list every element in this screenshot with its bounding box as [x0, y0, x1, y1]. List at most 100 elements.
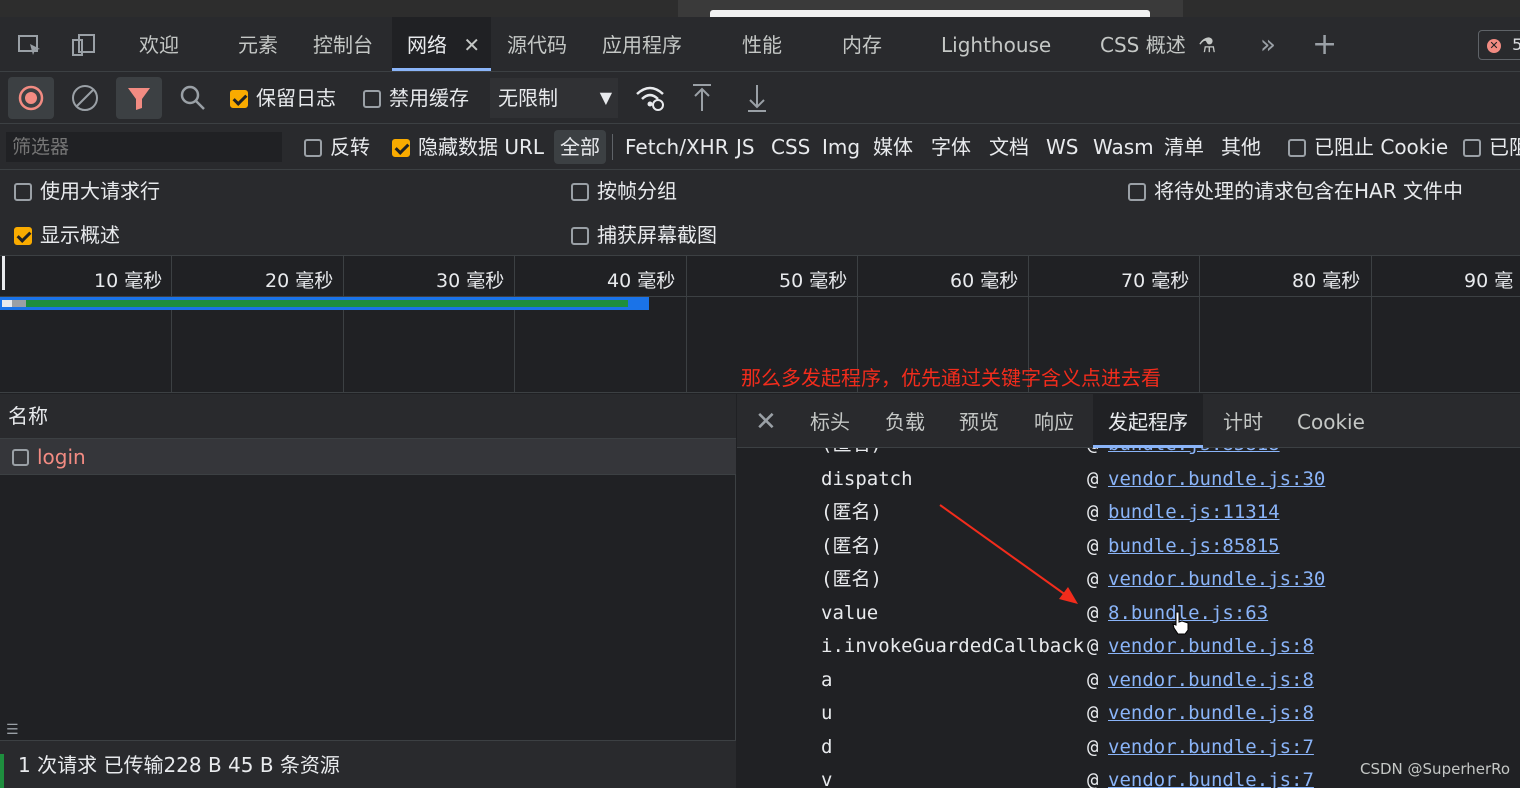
filter-input[interactable] — [6, 132, 282, 162]
filter-toggle-icon[interactable] — [116, 77, 162, 119]
disable-cache-checkbox[interactable]: 禁用缓存 — [363, 72, 469, 124]
device-toolbar-icon[interactable] — [70, 17, 98, 71]
throttling-select[interactable]: 无限制 ▼ — [490, 78, 618, 118]
network-toolbar: 保留日志 禁用缓存 无限制 ▼ — [0, 72, 1520, 124]
tab-welcome[interactable]: 欢迎 — [139, 17, 179, 71]
call-stack-function: d — [821, 736, 833, 758]
show-overview-label: 显示概述 — [40, 223, 120, 247]
preserve-log-checkbox[interactable]: 保留日志 — [230, 72, 336, 124]
big-request-rows-label: 使用大请求行 — [40, 179, 160, 203]
close-details-icon[interactable]: ✕ — [755, 394, 777, 448]
add-tab-plus-icon[interactable]: + — [1312, 17, 1337, 71]
tab-payload[interactable]: 负载 — [885, 394, 925, 448]
call-stack-source-link[interactable]: vendor.bundle.js:8 — [1108, 664, 1314, 697]
tab-initiator[interactable]: 发起程序 — [1093, 394, 1203, 448]
include-pending-har-check-icon — [1128, 183, 1146, 201]
filter-type-other[interactable]: 其他 — [1221, 124, 1261, 170]
capture-screenshots-check-icon — [571, 227, 589, 245]
filter-type-css[interactable]: CSS — [771, 124, 810, 170]
filter-type-all[interactable]: 全部 — [554, 130, 606, 164]
show-overview-checkbox[interactable]: 显示概述 — [14, 215, 120, 255]
request-timing-bar-stalled — [12, 300, 26, 307]
tab-headers[interactable]: 标头 — [810, 394, 850, 448]
tab-css-overview[interactable]: CSS 概述 ⚗ — [1100, 17, 1216, 71]
filter-type-media[interactable]: 媒体 — [873, 124, 913, 170]
call-stack-source-link[interactable]: vendor.bundle.js:30 — [1108, 563, 1325, 596]
name-column-header[interactable]: 名称 — [0, 394, 736, 439]
tab-timing[interactable]: 计时 — [1223, 394, 1263, 448]
big-request-rows-checkbox[interactable]: 使用大请求行 — [14, 171, 160, 211]
blocked-requests-label: 已阻 — [1489, 135, 1520, 159]
blocked-cookies-label: 已阻止 Cookie — [1314, 135, 1449, 159]
request-timing-bar-queue — [2, 300, 12, 307]
record-button[interactable] — [8, 77, 54, 119]
timeline-gridline — [1199, 256, 1200, 392]
request-row[interactable]: login — [0, 439, 736, 475]
filter-type-img[interactable]: Img — [822, 124, 860, 170]
close-tab-icon[interactable]: ✕ — [463, 33, 480, 57]
call-stack-source-link[interactable]: vendor.bundle.js:7 — [1108, 731, 1314, 764]
invert-checkbox[interactable]: 反转 — [304, 124, 370, 170]
tab-cookies[interactable]: Cookie — [1297, 394, 1365, 448]
call-stack-source-link[interactable]: vendor.bundle.js:30 — [1108, 463, 1325, 496]
group-by-frame-check-icon — [571, 183, 589, 201]
call-stack-source-link[interactable]: vendor.bundle.js:8 — [1108, 697, 1314, 730]
timeline-gridline — [343, 256, 344, 392]
tab-memory[interactable]: 内存 — [842, 17, 882, 71]
devtools-tab-bar: 欢迎 元素 控制台 网络 ✕ 源代码 应用程序 性能 内存 Lighthouse… — [0, 17, 1520, 72]
clear-icon[interactable] — [70, 72, 100, 124]
tab-performance[interactable]: 性能 — [742, 17, 782, 71]
filter-type-js[interactable]: JS — [736, 124, 755, 170]
group-by-frame-label: 按帧分组 — [597, 179, 677, 203]
include-pending-har-checkbox[interactable]: 将待处理的请求包含在HAR 文件中 — [1128, 171, 1463, 211]
call-stack-source-link[interactable]: bundle.js:85815 — [1108, 530, 1280, 563]
capture-screenshots-checkbox[interactable]: 捕获屏幕截图 — [571, 215, 717, 255]
filter-type-ws[interactable]: WS — [1046, 124, 1078, 170]
page-content-fragment — [710, 10, 1150, 17]
blocked-requests-checkbox[interactable]: 已阻 — [1463, 124, 1520, 170]
filter-type-doc[interactable]: 文档 — [989, 124, 1029, 170]
show-overview-check-icon — [14, 227, 32, 245]
request-name: login — [37, 445, 86, 469]
at-symbol: @ — [1087, 602, 1099, 624]
call-stack-row: dispatch @ vendor.bundle.js:30 — [737, 463, 1520, 496]
filter-type-font[interactable]: 字体 — [931, 124, 971, 170]
tab-response[interactable]: 响应 — [1034, 394, 1074, 448]
call-stack-function: v — [821, 769, 833, 788]
tab-console[interactable]: 控制台 — [313, 17, 373, 71]
search-icon[interactable] — [178, 72, 208, 124]
call-stack-source-link[interactable]: bundle.js:85818 — [1108, 448, 1280, 461]
tab-lighthouse[interactable]: Lighthouse — [941, 17, 1051, 71]
import-har-upload-icon[interactable] — [690, 72, 714, 124]
include-pending-har-label: 将待处理的请求包含在HAR 文件中 — [1154, 179, 1463, 203]
call-stack-row: i.invokeGuardedCallback @ vendor.bundle.js… — [737, 630, 1520, 663]
call-stack-source-link[interactable]: vendor.bundle.js:7 — [1108, 764, 1314, 788]
filter-type-wasm[interactable]: Wasm — [1093, 124, 1154, 170]
tab-network[interactable]: 网络 ✕ — [392, 17, 491, 71]
at-symbol: @ — [1087, 535, 1099, 557]
experiment-flask-icon: ⚗ — [1198, 33, 1217, 57]
error-counter-badge[interactable]: ✕ 5 — [1478, 30, 1520, 60]
watermark: CSDN @SuperherRo — [1360, 760, 1511, 778]
request-row-checkbox[interactable] — [12, 449, 29, 466]
hide-data-urls-checkbox[interactable]: 隐藏数据 URL — [392, 124, 544, 170]
tab-preview[interactable]: 预览 — [959, 394, 999, 448]
call-stack-source-link[interactable]: bundle.js:11314 — [1108, 496, 1280, 529]
filter-type-fetch-xhr[interactable]: Fetch/XHR — [625, 124, 729, 170]
export-har-download-icon[interactable] — [745, 72, 769, 124]
call-stack-row: (匿名) @ bundle.js:11314 — [737, 496, 1520, 529]
filter-type-manifest[interactable]: 清单 — [1164, 124, 1204, 170]
tab-application[interactable]: 应用程序 — [602, 17, 682, 71]
tab-elements[interactable]: 元素 — [238, 17, 278, 71]
timeline-gridline — [171, 256, 172, 392]
inspect-element-icon[interactable] — [16, 17, 44, 71]
at-symbol: @ — [1087, 635, 1099, 657]
network-conditions-wifi-icon[interactable] — [634, 72, 666, 124]
timeline-tick-label: 20 毫秒 — [265, 270, 334, 292]
more-tabs-chevron-icon[interactable]: » — [1260, 17, 1276, 71]
blocked-cookies-checkbox[interactable]: 已阻止 Cookie — [1288, 124, 1448, 170]
group-by-frame-checkbox[interactable]: 按帧分组 — [571, 171, 677, 211]
tab-sources[interactable]: 源代码 — [507, 17, 567, 71]
list-view-icon[interactable]: ☰ — [6, 722, 19, 738]
call-stack-source-link[interactable]: vendor.bundle.js:8 — [1108, 630, 1314, 663]
